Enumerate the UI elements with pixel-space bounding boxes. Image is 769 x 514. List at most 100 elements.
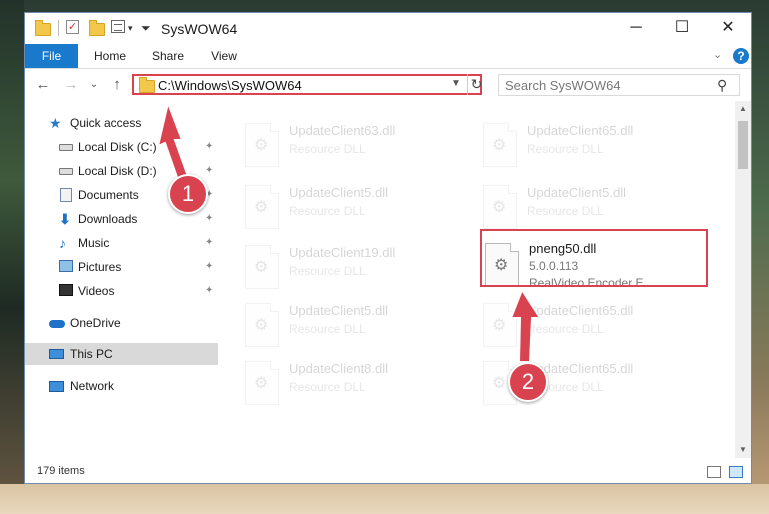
tab-share[interactable]: Share	[143, 44, 193, 68]
address-path[interactable]: C:\Windows\SysWOW64	[158, 78, 302, 93]
sidebar-item-music[interactable]: ♪ Music ✦	[25, 232, 218, 254]
properties-check-icon[interactable]: ✓	[66, 20, 82, 36]
close-button[interactable]: ✕	[705, 13, 751, 43]
file-name: UpdateClient65.dll	[527, 123, 634, 138]
file-item[interactable]: ⚙ UpdateClient65.dll Resource DLL	[479, 295, 701, 353]
this-pc-icon	[49, 347, 65, 361]
music-icon: ♪	[59, 235, 66, 251]
navigation-bar: ← → ⌄ ↑ C:\Windows\SysWOW64 ▼ ↻ ⚲	[25, 69, 751, 101]
tab-home[interactable]: Home	[85, 44, 135, 68]
address-bar[interactable]: C:\Windows\SysWOW64 ▼ ↻	[132, 74, 482, 95]
sidebar-item-videos[interactable]: Videos ✦	[25, 280, 218, 302]
sidebar-item-onedrive[interactable]: OneDrive	[25, 312, 218, 334]
sidebar-item-label: Music	[78, 236, 110, 250]
pin-icon[interactable]: ✦	[205, 261, 213, 272]
sidebar-item-label: Downloads	[78, 212, 138, 226]
tab-file[interactable]: File	[25, 44, 78, 68]
recent-locations-button[interactable]: ⌄	[87, 75, 101, 95]
address-dropdown-icon[interactable]: ▼	[451, 78, 461, 89]
dll-file-icon: ⚙	[245, 245, 279, 289]
file-name: UpdateClient19.dll	[289, 245, 396, 260]
file-item[interactable]: ⚙ UpdateClient5.dll Resource DLL	[479, 177, 701, 235]
search-box[interactable]: ⚲	[498, 74, 740, 96]
new-folder-icon[interactable]	[89, 20, 105, 36]
step-badge-1: 1	[168, 174, 208, 214]
file-name: UpdateClient8.dll	[289, 361, 389, 376]
search-icon[interactable]: ⚲	[717, 77, 727, 94]
file-type: Resource DLL	[527, 322, 604, 336]
search-input[interactable]	[505, 77, 705, 93]
sidebar-item-network[interactable]: Network	[25, 375, 218, 397]
file-type: Resource DLL	[289, 264, 366, 278]
file-name: UpdateClient5.dll	[289, 303, 389, 318]
navigation-pane: ★ Quick access Local Disk (C:) ✦ Local D…	[25, 108, 218, 458]
large-icons-view-icon[interactable]	[729, 466, 743, 478]
window-title: SysWOW64	[161, 21, 238, 37]
scroll-thumb[interactable]	[738, 121, 748, 169]
file-name: UpdateClient5.dll	[527, 185, 627, 200]
network-icon	[49, 379, 65, 393]
dll-file-icon: ⚙	[483, 303, 517, 347]
sidebar-item-this-pc[interactable]: This PC	[25, 343, 218, 365]
sidebar-item-label: This PC	[70, 347, 113, 361]
documents-icon	[60, 188, 76, 202]
dll-file-icon: ⚙	[245, 361, 279, 405]
tab-view[interactable]: View	[199, 44, 249, 68]
dll-file-icon: ⚙	[483, 185, 517, 229]
videos-icon	[59, 284, 75, 298]
sidebar-item-pictures[interactable]: Pictures ✦	[25, 256, 218, 278]
pin-icon[interactable]: ✦	[205, 285, 213, 296]
onedrive-icon	[49, 316, 65, 330]
customize-toolbar-icon[interactable]: ⏷	[141, 21, 151, 36]
title-bar: ✓ ▾ ⏷ SysWOW64 ─ ☐ ✕	[25, 13, 751, 45]
file-type: Resource DLL	[289, 322, 366, 336]
folder-icon	[139, 77, 155, 93]
up-button[interactable]: ↑	[107, 75, 127, 95]
divider	[58, 20, 59, 36]
file-type: Resource DLL	[289, 204, 366, 218]
maximize-button[interactable]: ☐	[659, 13, 705, 43]
drive-icon	[59, 140, 75, 154]
file-item[interactable]: ⚙ UpdateClient5.dll Resource DLL	[241, 295, 463, 353]
file-type: Resource DLL	[527, 142, 604, 156]
file-item[interactable]: ⚙ UpdateClient63.dll Resource DLL	[241, 115, 463, 173]
file-item[interactable]: ⚙ UpdateClient5.dll Resource DLL	[241, 177, 463, 235]
pin-icon[interactable]: ✦	[205, 141, 213, 152]
scroll-up-icon[interactable]: ▲	[735, 101, 751, 117]
file-item[interactable]: ⚙ UpdateClient65.dll Resource DLL	[479, 115, 701, 173]
minimize-button[interactable]: ─	[613, 13, 659, 43]
dll-file-icon: ⚙	[245, 303, 279, 347]
sidebar-item-quick-access[interactable]: ★ Quick access	[25, 112, 218, 134]
file-type: Resource DLL	[527, 204, 604, 218]
sidebar-item-label: Local Disk (C:)	[78, 140, 157, 154]
pin-icon[interactable]: ✦	[205, 213, 213, 224]
dll-file-icon: ⚙	[483, 123, 517, 167]
sidebar-item-label: OneDrive	[70, 316, 121, 330]
back-button[interactable]: ←	[33, 75, 53, 95]
properties-icon[interactable]	[111, 20, 127, 36]
item-count: 179 items	[37, 465, 85, 477]
help-icon[interactable]: ?	[733, 48, 749, 64]
drive-icon	[59, 164, 75, 178]
file-item[interactable]: ⚙ UpdateClient19.dll Resource DLL	[241, 237, 463, 295]
refresh-button[interactable]: ↻	[467, 74, 485, 95]
sidebar-item-local-disk-c[interactable]: Local Disk (C:) ✦	[25, 136, 218, 158]
quick-access-dropdown-icon[interactable]: ▾	[128, 23, 133, 34]
details-view-icon[interactable]	[707, 466, 721, 478]
file-item[interactable]: ⚙ UpdateClient8.dll Resource DLL	[241, 353, 463, 411]
desktop-background-bottom	[0, 484, 769, 514]
pin-icon[interactable]: ✦	[205, 237, 213, 248]
expand-ribbon-icon[interactable]: ⌄	[713, 48, 722, 61]
vertical-scrollbar[interactable]: ▲ ▼	[735, 101, 751, 458]
sidebar-item-label: Pictures	[78, 260, 122, 274]
ribbon-tabs: File Home Share View ⌄ ?	[25, 44, 751, 69]
file-type: Resource DLL	[289, 380, 366, 394]
scroll-down-icon[interactable]: ▼	[735, 442, 751, 458]
highlight-box	[480, 229, 708, 287]
dll-file-icon: ⚙	[245, 123, 279, 167]
star-icon: ★	[49, 115, 62, 131]
forward-button[interactable]: →	[61, 75, 81, 95]
pin-icon[interactable]: ✦	[205, 165, 213, 176]
sidebar-item-label: Local Disk (D:)	[78, 164, 157, 178]
folder-icon	[35, 20, 51, 36]
